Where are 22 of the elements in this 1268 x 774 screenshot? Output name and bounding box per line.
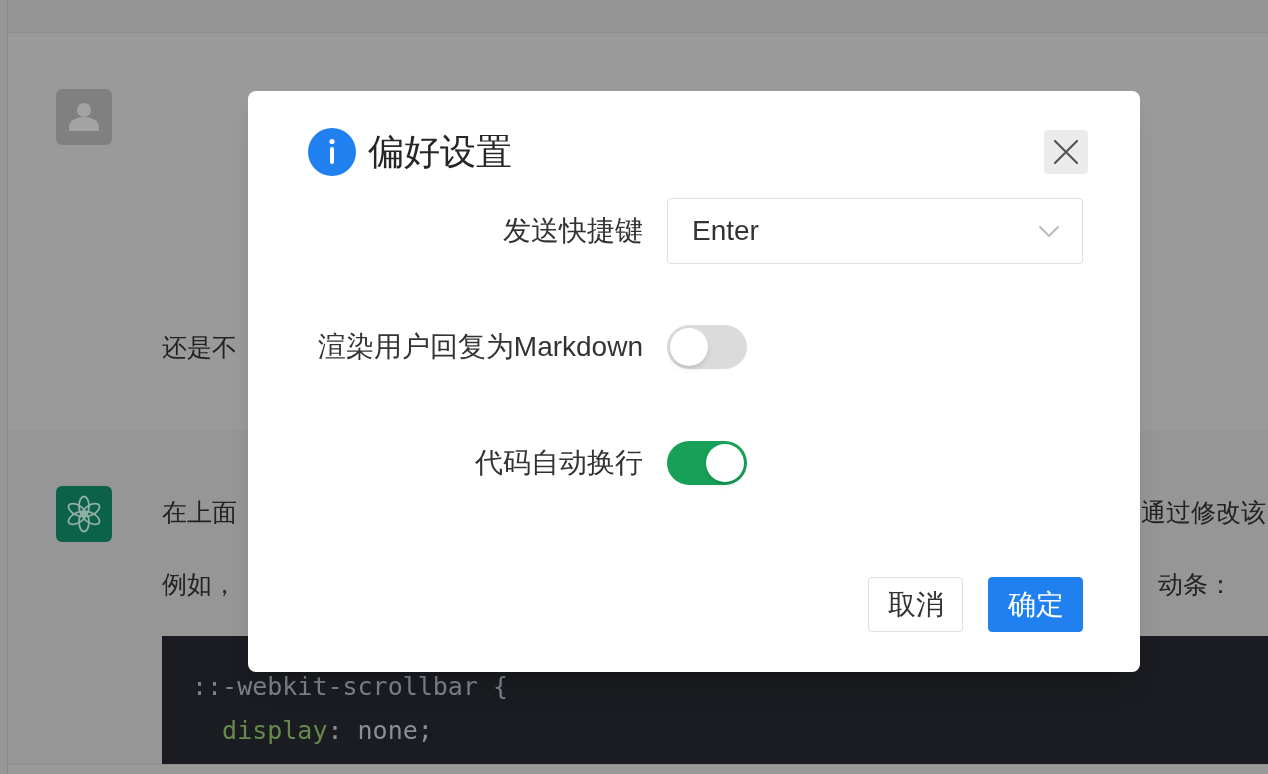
toggle-switch[interactable] <box>667 325 747 369</box>
close-button[interactable] <box>1044 130 1088 174</box>
message-text: 还是不 <box>162 333 237 361</box>
dialog-title: 偏好设置 <box>368 130 512 174</box>
close-icon <box>1054 140 1078 164</box>
message-text: 通过修改该 <box>1141 498 1266 526</box>
shortcut-select[interactable]: Enter <box>667 198 1083 264</box>
chevron-down-icon <box>1038 224 1060 238</box>
message-text: 在上面 <box>162 498 237 526</box>
field-label: 代码自动换行 <box>474 446 643 480</box>
confirm-button[interactable]: 确定 <box>988 577 1083 632</box>
user-avatar-icon <box>56 89 112 145</box>
avatar-logo-icon <box>56 486 112 542</box>
info-icon <box>308 128 356 176</box>
field-label: 发送快捷键 <box>502 214 643 248</box>
cancel-button[interactable]: 取消 <box>868 577 963 632</box>
code-line: display: none; <box>221 716 433 745</box>
field-label: 渲染用户回复为Markdown <box>316 330 643 364</box>
code-line: ::-webkit-scrollbar { <box>192 672 509 701</box>
toggle-switch[interactable] <box>667 441 747 485</box>
message-text: 动条： <box>1158 570 1233 598</box>
message-text: 例如， <box>162 570 237 598</box>
